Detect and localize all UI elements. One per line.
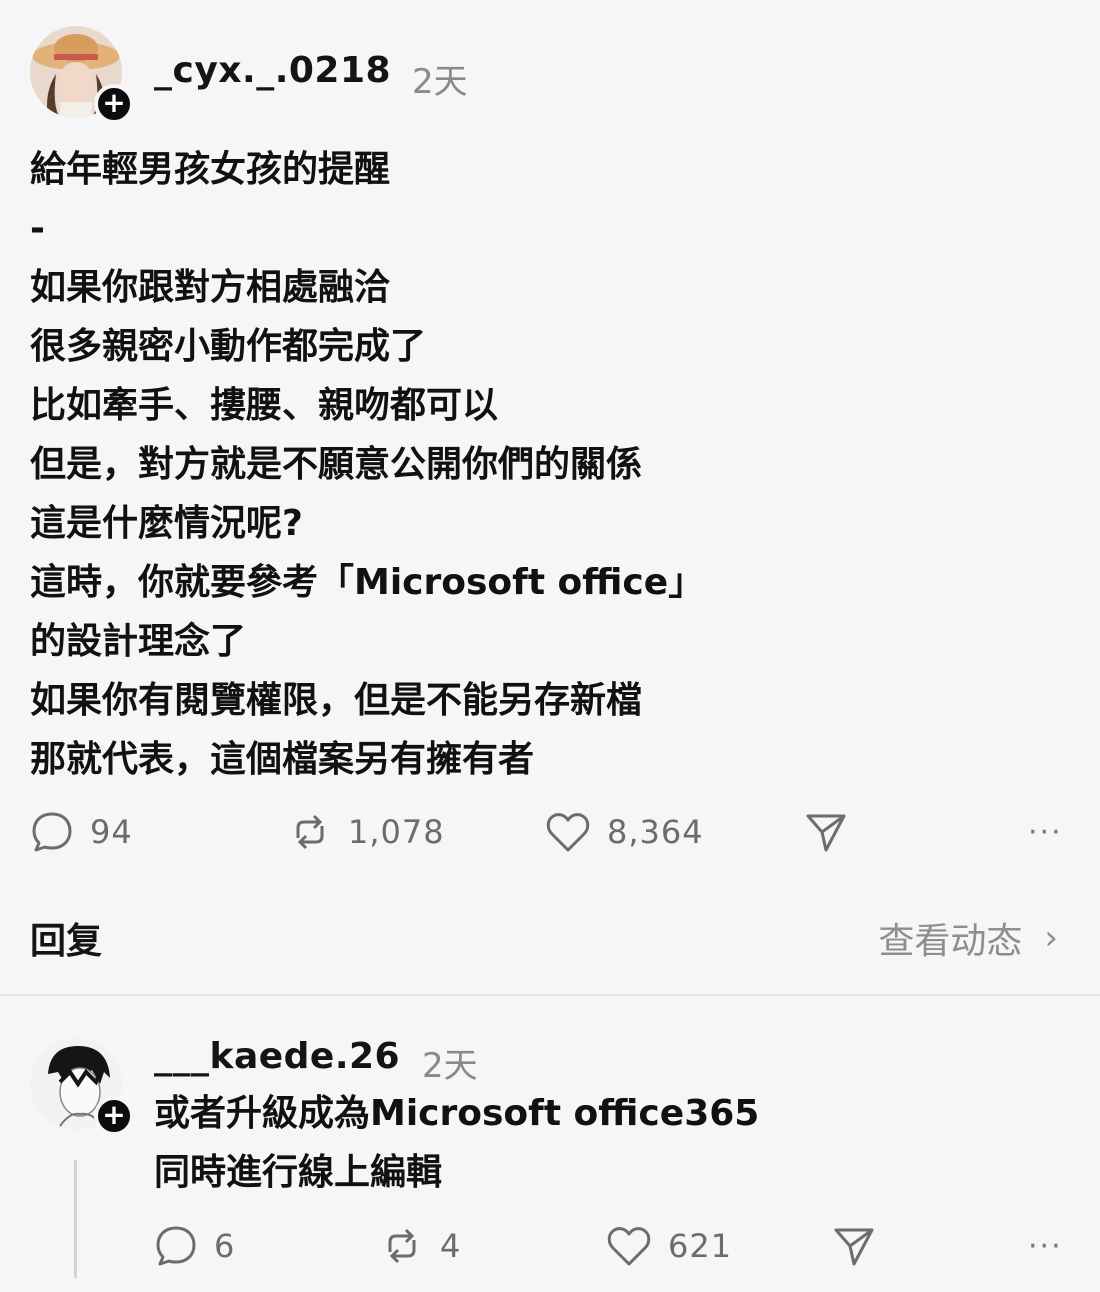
post-text-line: -	[30, 208, 45, 249]
post-text: 給年輕男孩女孩的提醒 - 如果你跟對方相處融洽 很多親密小動作都完成了 比如牽手…	[30, 140, 1070, 789]
more-icon[interactable]: ···	[1028, 1216, 1063, 1276]
repost-count: 4	[440, 1227, 462, 1265]
divider	[0, 994, 1100, 996]
comment-icon	[30, 810, 74, 854]
reply-text: 或者升級成為Microsoft office365 同時進行線上編輯	[154, 1084, 759, 1202]
post-timestamp: 2天	[412, 62, 468, 102]
view-activity-link[interactable]: 查看动态 ›	[878, 912, 1058, 964]
post-text-line: 比如牽手、摟腰、親吻都可以	[30, 385, 499, 426]
post-text-line: 那就代表，這個檔案另有擁有者	[30, 739, 535, 780]
send-icon	[832, 1224, 876, 1268]
comment-count: 94	[90, 813, 133, 851]
like-button[interactable]: 8,364	[545, 802, 704, 862]
repost-icon	[288, 810, 332, 854]
comment-button[interactable]: 94	[30, 802, 133, 862]
post-text-line: 的設計理念了	[30, 621, 247, 662]
repost-button[interactable]: 4	[380, 1216, 461, 1276]
comment-count: 6	[214, 1227, 236, 1265]
reply-text-line: 或者升級成為Microsoft office365	[154, 1093, 760, 1134]
repost-button[interactable]: 1,078	[288, 802, 445, 862]
like-count: 621	[668, 1227, 733, 1265]
repost-icon	[380, 1224, 424, 1268]
share-button[interactable]	[832, 1216, 876, 1276]
post-text-line: 如果你跟對方相處融洽	[30, 267, 391, 308]
reply-author-username[interactable]: ___kaede.26	[154, 1036, 400, 1077]
send-icon	[804, 810, 848, 854]
share-button[interactable]	[804, 802, 848, 862]
follow-plus-icon[interactable]: +	[94, 84, 134, 124]
post-author-username[interactable]: _cyx._.0218	[154, 50, 391, 91]
reply-author-avatar[interactable]: +	[30, 1038, 134, 1136]
comment-icon	[154, 1224, 198, 1268]
reply-label[interactable]: 回复	[30, 912, 102, 964]
chevron-right-icon: ›	[1044, 918, 1058, 958]
like-button[interactable]: 621	[606, 1216, 732, 1276]
heart-icon	[545, 810, 591, 854]
comment-button[interactable]: 6	[154, 1216, 235, 1276]
heart-icon	[606, 1224, 652, 1268]
post-author-avatar[interactable]: +	[30, 26, 134, 124]
post-text-line: 給年輕男孩女孩的提醒	[30, 149, 391, 190]
post-text-line: 如果你有閱覽權限，但是不能另存新檔	[30, 680, 643, 721]
reply-text-line: 同時進行線上編輯	[154, 1152, 443, 1193]
post-text-line: 這是什麼情況呢?	[30, 503, 303, 544]
reply-action-bar: 6 4 621 ···	[0, 1216, 1100, 1276]
more-icon[interactable]: ···	[1028, 802, 1063, 862]
post-text-line: 這時，你就要參考「Microsoft office」	[30, 562, 705, 603]
post-text-line: 但是，對方就是不願意公開你們的關係	[30, 444, 643, 485]
like-count: 8,364	[607, 813, 704, 851]
thread-page: + _cyx._.0218 2天 給年輕男孩女孩的提醒 - 如果你跟對方相處融洽…	[0, 0, 1100, 1292]
post-action-bar: 94 1,078 8,364 ···	[0, 802, 1100, 862]
repost-count: 1,078	[348, 813, 445, 851]
view-activity-label: 查看动态	[878, 921, 1023, 962]
reply-timestamp: 2天	[422, 1046, 478, 1086]
post-text-line: 很多親密小動作都完成了	[30, 326, 427, 367]
follow-plus-icon[interactable]: +	[94, 1096, 134, 1136]
